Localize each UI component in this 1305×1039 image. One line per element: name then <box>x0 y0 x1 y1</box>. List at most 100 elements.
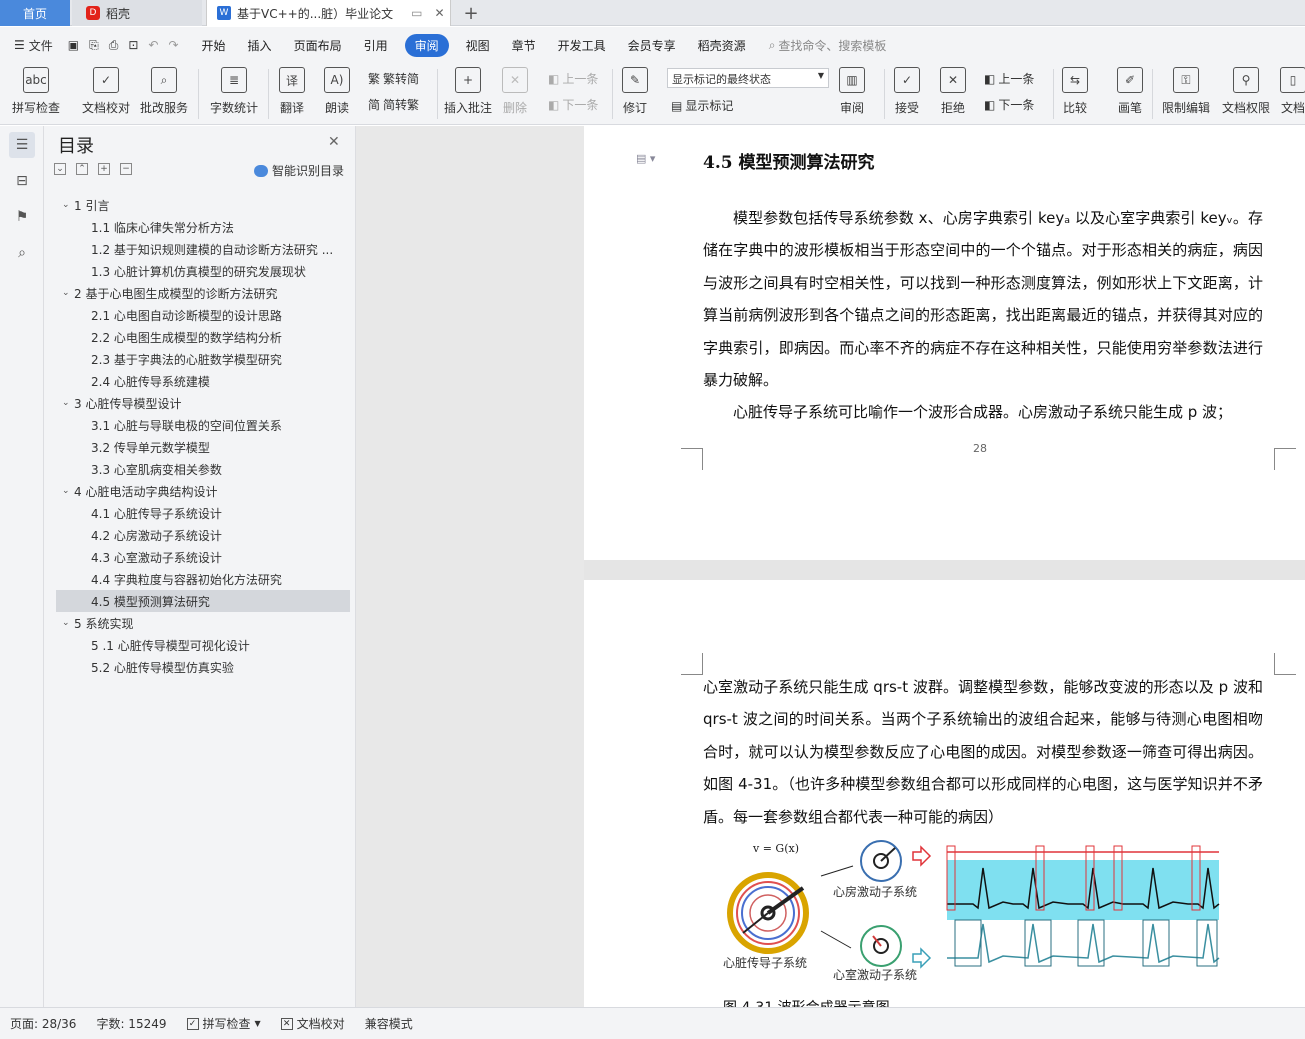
chevron-down-icon[interactable]: ⌄ <box>62 618 74 628</box>
comment-plus-icon: + <box>455 67 481 93</box>
toc-section-item[interactable]: 5.2 心脏传导模型仿真实验 <box>56 656 350 678</box>
close-icon[interactable]: ✕ <box>435 6 445 20</box>
tab-daoke[interactable]: D 稻壳 <box>72 0 202 26</box>
chevron-down-icon[interactable]: ⌄ <box>62 398 74 408</box>
search-icon[interactable]: ⌕ <box>9 240 35 266</box>
toc-section-item[interactable]: 4.3 心室激动子系统设计 <box>56 546 350 568</box>
doc-permission-button[interactable]: ⚲ 文档权限 <box>1222 67 1270 116</box>
menu-developer[interactable]: 开发工具 <box>547 37 617 54</box>
read-aloud-button[interactable]: A) 朗读 <box>324 67 350 116</box>
chevron-down-icon[interactable]: ⌄ <box>62 200 74 210</box>
track-changes-button[interactable]: ✎ 修订 <box>622 67 648 116</box>
toc-section-item[interactable]: 4.5 模型预测算法研究 <box>56 590 350 612</box>
pen-button[interactable]: ✐ 画笔 <box>1117 67 1143 116</box>
redo-icon[interactable]: ↷ <box>168 38 178 52</box>
menu-reference[interactable]: 引用 <box>353 37 399 54</box>
next-change-icon: ◧ <box>984 97 996 112</box>
toc-section-item[interactable]: 4.4 字典粒度与容器初始化方法研究 <box>56 568 350 590</box>
toc-item-label: 5 .1 心脏传导模型可视化设计 <box>91 638 250 653</box>
toc-chapter-item[interactable]: ⌄ 3 心脏传导模型设计 <box>56 392 350 414</box>
tab-document[interactable]: W 基于VC++的...脏）毕业论文 ▭ ✕ <box>206 0 451 26</box>
doc-more-button[interactable]: ▯ 文档 <box>1280 67 1305 116</box>
toc-section-item[interactable]: 2.2 心电图生成模型的数学结构分析 <box>56 326 350 348</box>
prev-change-button[interactable]: ◧ 上一条 <box>984 70 1034 87</box>
correction-service-button[interactable]: ⌕ 批改服务 <box>140 67 188 116</box>
status-spell-check[interactable]: ✓ 拼写检查 ▼ <box>177 1015 271 1032</box>
new-tab-button[interactable]: + <box>458 0 484 26</box>
next-comment-button[interactable]: ◧ 下一条 <box>548 96 598 113</box>
toc-chapter-item[interactable]: ⌄ 1 引言 <box>56 194 350 216</box>
toc-section-item[interactable]: 2.1 心电图自动诊断模型的设计思路 <box>56 304 350 326</box>
print-icon[interactable]: ⎙ <box>109 38 119 53</box>
toc-section-item[interactable]: 1.1 临床心律失常分析方法 <box>56 216 350 238</box>
command-search[interactable]: ⌕ 查找命令、搜索模板 <box>769 37 887 54</box>
collapse-all-icon[interactable]: ⌄ <box>54 163 66 175</box>
toc-section-item[interactable]: 4.2 心房激动子系统设计 <box>56 524 350 546</box>
menu-review[interactable]: 审阅 <box>404 33 449 57</box>
toc-section-item[interactable]: 1.3 心脏计算机仿真模型的研究发展现状 <box>56 260 350 282</box>
add-heading-icon[interactable]: + <box>98 163 110 175</box>
toc-chapter-item[interactable]: ⌄ 2 基于心电图生成模型的诊断方法研究 <box>56 282 350 304</box>
toc-panel-icon[interactable]: ☰ <box>9 132 35 158</box>
toc-item-label: 4.4 字典粒度与容器初始化方法研究 <box>91 572 282 587</box>
spell-check-button[interactable]: abc 拼写检查 <box>12 67 60 116</box>
export-icon[interactable]: ⎘ <box>89 38 99 53</box>
review-pane-button[interactable]: ▥ 审阅 <box>839 67 865 116</box>
word-count-indicator[interactable]: 字数: 15249 <box>86 1015 176 1032</box>
margin-corner <box>681 448 703 470</box>
remove-heading-icon[interactable]: − <box>120 163 132 175</box>
insert-comment-button[interactable]: + 插入批注 <box>444 67 492 116</box>
menu-start[interactable]: 开始 <box>191 37 237 54</box>
accept-button[interactable]: ✓ 接受 <box>894 67 920 116</box>
save-icon[interactable]: ▣ <box>68 38 79 52</box>
doc-proof-button[interactable]: ✓ 文档校对 <box>82 67 130 116</box>
page-indicator[interactable]: 页面: 28/36 <box>0 1015 86 1032</box>
smart-toc-button[interactable]: 智能识别目录 <box>254 162 344 179</box>
menu-insert[interactable]: 插入 <box>237 37 283 54</box>
toc-section-item[interactable]: 3.3 心室肌病变相关参数 <box>56 458 350 480</box>
show-markup-button[interactable]: ▤ 显示标记 <box>671 97 733 114</box>
toc-section-item[interactable]: 4.1 心脏传导子系统设计 <box>56 502 350 524</box>
chevron-down-icon[interactable]: ⌄ <box>62 486 74 496</box>
simp-to-trad-label: 简转繁 <box>383 98 420 112</box>
toc-section-item[interactable]: 1.2 基于知识规则建模的自动诊断方法研究 ... <box>56 238 350 260</box>
trad-to-simp-button[interactable]: 繁繁转简 <box>368 70 419 87</box>
status-doc-proof[interactable]: ✕ 文档校对 <box>271 1015 355 1032</box>
chevron-down-icon[interactable]: ⌄ <box>62 288 74 298</box>
toc-section-item[interactable]: 5 .1 心脏传导模型可视化设计 <box>56 634 350 656</box>
toc-section-item[interactable]: 2.4 心脏传导系统建模 <box>56 370 350 392</box>
prev-comment-icon: ◧ <box>548 71 560 86</box>
compare-button[interactable]: ⇆ 比较 <box>1062 67 1088 116</box>
expand-all-icon[interactable]: ⌃ <box>76 163 88 175</box>
menu-section[interactable]: 章节 <box>501 37 547 54</box>
close-icon[interactable]: ✕ <box>328 134 340 150</box>
next-change-button[interactable]: ◧ 下一条 <box>984 96 1034 113</box>
tab-home[interactable]: 首页 <box>0 0 70 26</box>
prev-change-label: 上一条 <box>998 72 1035 86</box>
structure-icon[interactable]: ⊟ <box>9 168 35 194</box>
prev-comment-button[interactable]: ◧ 上一条 <box>548 70 598 87</box>
word-count-button[interactable]: ≣ 字数统计 <box>210 67 258 116</box>
toc-section-item[interactable]: 2.3 基于字典法的心脏数学模型研究 <box>56 348 350 370</box>
menu-layout[interactable]: 页面布局 <box>283 37 353 54</box>
markup-mode-select[interactable]: 显示标记的最终状态 ▼ <box>667 68 829 88</box>
menu-member[interactable]: 会员专享 <box>617 37 687 54</box>
bookmark-icon[interactable]: ⚑ <box>9 204 35 230</box>
translate-button[interactable]: 译翻译 <box>279 67 305 116</box>
markup-mode-value: 显示标记的最终状态 <box>672 73 771 86</box>
menu-view[interactable]: 视图 <box>455 37 501 54</box>
toc-chapter-item[interactable]: ⌄ 4 心脏电活动字典结构设计 <box>56 480 350 502</box>
delete-comment-button[interactable]: ✕ 删除 <box>502 67 528 116</box>
restrict-editing-button[interactable]: ⚿ 限制编辑 <box>1162 67 1210 116</box>
reject-button[interactable]: ✕ 拒绝 <box>940 67 966 116</box>
preview-icon[interactable]: ⊡ <box>128 38 138 52</box>
paragraph-handle-icon[interactable]: ▤ ▾ <box>636 152 655 165</box>
file-menu[interactable]: ☰ 文件 <box>0 37 63 54</box>
toc-chapter-item[interactable]: ⌄ 5 系统实现 <box>56 612 350 634</box>
simp-to-trad-button[interactable]: 简简转繁 <box>368 96 419 113</box>
menu-daoke-resources[interactable]: 稻壳资源 <box>687 37 757 54</box>
toc-section-item[interactable]: 3.1 心脏与导联电极的空间位置关系 <box>56 414 350 436</box>
toc-section-item[interactable]: 3.2 传导单元数学模型 <box>56 436 350 458</box>
tab-restore-icon[interactable]: ▭ <box>411 6 422 20</box>
undo-icon[interactable]: ↶ <box>148 38 158 52</box>
